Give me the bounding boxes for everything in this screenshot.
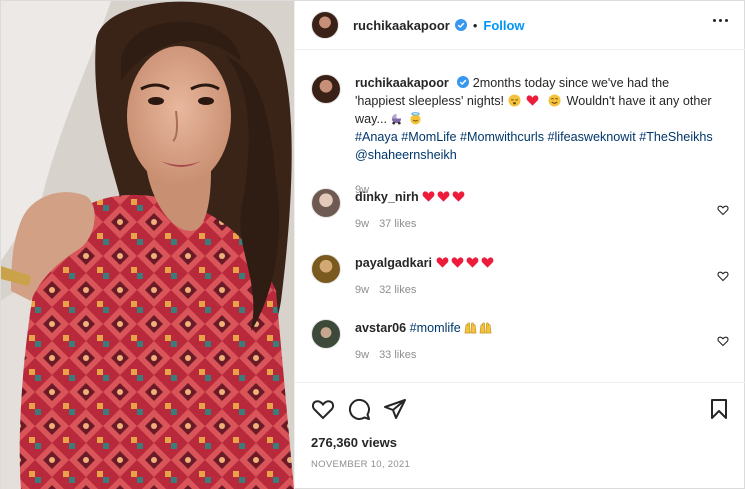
red-heart-emoji-icon <box>526 95 539 106</box>
raised-hands-emoji-icon <box>464 322 477 334</box>
heart-icon[interactable] <box>311 397 335 421</box>
comments-section[interactable]: ruchikaakapoor 2months today since we've… <box>295 50 745 382</box>
commenter-avatar[interactable] <box>311 319 341 349</box>
commenter-avatar[interactable] <box>311 188 341 218</box>
comment-timestamp[interactable]: 9w <box>355 218 369 230</box>
commenter-username[interactable]: dinky_nirh <box>355 190 419 204</box>
red-heart-emoji-icon <box>437 191 450 202</box>
author-username[interactable]: ruchikaakapoor <box>353 18 450 33</box>
comment-like-heart-icon[interactable] <box>717 204 729 216</box>
commenter-username[interactable]: payalgadkari <box>355 256 432 270</box>
post-caption: ruchikaakapoor 2months today since we've… <box>311 74 731 199</box>
post-details-panel: ruchikaakapoor • Follow ruchikaakapoor 2… <box>294 1 745 489</box>
red-heart-emoji-icon <box>481 257 493 268</box>
post-photo[interactable] <box>1 1 294 489</box>
comment-item: avstar06 #momlife 9w 33 likes <box>311 319 731 361</box>
hashtag-link[interactable]: #MomLife <box>401 130 456 144</box>
comment-meta: 9w 37 likes <box>355 218 467 230</box>
comment-line: avstar06 #momlife <box>355 319 494 337</box>
hashtag-link[interactable]: #Momwithcurls <box>460 130 544 144</box>
view-count[interactable]: 276,360 views <box>311 435 397 450</box>
comment-item: payalgadkari 9w 32 likes <box>311 254 731 296</box>
instagram-post: ruchikaakapoor • Follow ruchikaakapoor 2… <box>0 0 745 489</box>
comment-meta: 9w 32 likes <box>355 284 496 296</box>
comment-line: payalgadkari <box>355 254 496 272</box>
comment-item: dinky_nirh 9w 37 likes <box>311 188 731 230</box>
bookmark-icon[interactable] <box>707 397 731 421</box>
comment-likes[interactable]: 32 likes <box>379 284 416 296</box>
comment-hashtag-link[interactable]: #momlife <box>410 321 461 335</box>
hashtag-link[interactable]: #Anaya <box>355 130 398 144</box>
post-header: ruchikaakapoor • Follow <box>295 1 745 50</box>
author-avatar[interactable] <box>311 11 339 39</box>
red-heart-emoji-icon <box>436 257 448 268</box>
caption-username[interactable]: ruchikaakapoor <box>355 76 449 90</box>
verified-badge-icon <box>457 76 470 88</box>
follow-button[interactable]: Follow <box>483 18 524 33</box>
caption-author-avatar[interactable] <box>311 74 341 104</box>
comment-icon[interactable] <box>347 397 371 421</box>
mention-link[interactable]: @shaheernsheikh <box>355 148 457 162</box>
woman-portrait-image <box>1 1 294 489</box>
smiling-face-with-halo-emoji-icon <box>410 112 421 125</box>
hashtag-link[interactable]: #TheSheikhs <box>639 130 713 144</box>
post-actions-bar: 276,360 views NOVEMBER 10, 2021 <box>295 382 745 489</box>
comment-likes[interactable]: 33 likes <box>379 349 416 361</box>
hashtag-link[interactable]: #lifeasweknowit <box>548 130 636 144</box>
post-date[interactable]: NOVEMBER 10, 2021 <box>311 459 410 470</box>
red-heart-emoji-icon <box>452 191 465 202</box>
comment-timestamp[interactable]: 9w <box>355 349 369 361</box>
comment-line: dinky_nirh <box>355 188 467 206</box>
raised-hands-emoji-icon <box>479 322 492 334</box>
commenter-username[interactable]: avstar06 <box>355 321 406 335</box>
comment-meta: 9w 33 likes <box>355 349 494 361</box>
red-heart-emoji-icon <box>422 191 435 202</box>
more-options-icon[interactable] <box>713 19 729 23</box>
commenter-avatar[interactable] <box>311 254 341 284</box>
sleepy-face-emoji-icon <box>507 94 521 107</box>
verified-badge-icon <box>454 19 467 31</box>
separator-dot: • <box>472 17 478 33</box>
baby-carriage-emoji-icon <box>392 113 402 125</box>
smiling-face-emoji-icon <box>548 94 561 107</box>
comment-likes[interactable]: 37 likes <box>379 218 416 230</box>
red-heart-emoji-icon <box>466 257 478 268</box>
red-heart-emoji-icon <box>451 257 463 268</box>
paper-plane-icon[interactable] <box>383 397 407 421</box>
comment-like-heart-icon[interactable] <box>717 335 729 347</box>
caption-text: ruchikaakapoor 2months today since we've… <box>355 74 715 199</box>
comment-like-heart-icon[interactable] <box>717 270 729 282</box>
comment-timestamp[interactable]: 9w <box>355 284 369 296</box>
